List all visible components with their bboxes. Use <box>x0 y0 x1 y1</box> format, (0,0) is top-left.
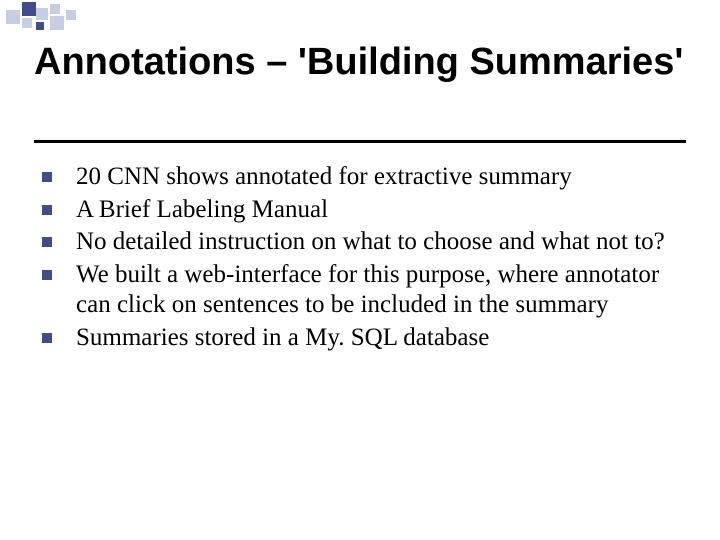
list-item-text: We built a web-interface for this purpos… <box>76 261 659 319</box>
list-item-text: No detailed instruction on what to choos… <box>76 228 665 255</box>
square-bullet-icon <box>42 237 52 247</box>
square-bullet-icon <box>42 205 52 215</box>
list-item: We built a web-interface for this purpos… <box>42 260 682 321</box>
title-underline <box>34 140 686 143</box>
square-bullet-icon <box>42 270 52 280</box>
slide: Annotations – 'Building Summaries' 20 CN… <box>0 0 720 540</box>
square-bullet-icon <box>42 172 52 182</box>
square-bullet-icon <box>42 333 52 343</box>
slide-body: 20 CNN shows annotated for extractive su… <box>42 162 682 355</box>
list-item: A Brief Labeling Manual <box>42 195 682 226</box>
list-item: No detailed instruction on what to choos… <box>42 227 682 258</box>
decorative-squares <box>0 0 720 32</box>
list-item-text: 20 CNN shows annotated for extractive su… <box>76 163 572 190</box>
list-item-text: A Brief Labeling Manual <box>76 196 328 223</box>
bullet-list: 20 CNN shows annotated for extractive su… <box>42 162 682 353</box>
list-item: 20 CNN shows annotated for extractive su… <box>42 162 682 193</box>
list-item-text: Summaries stored in a My. SQL database <box>76 324 489 351</box>
slide-title: Annotations – 'Building Summaries' <box>34 42 684 84</box>
list-item: Summaries stored in a My. SQL database <box>42 323 682 354</box>
